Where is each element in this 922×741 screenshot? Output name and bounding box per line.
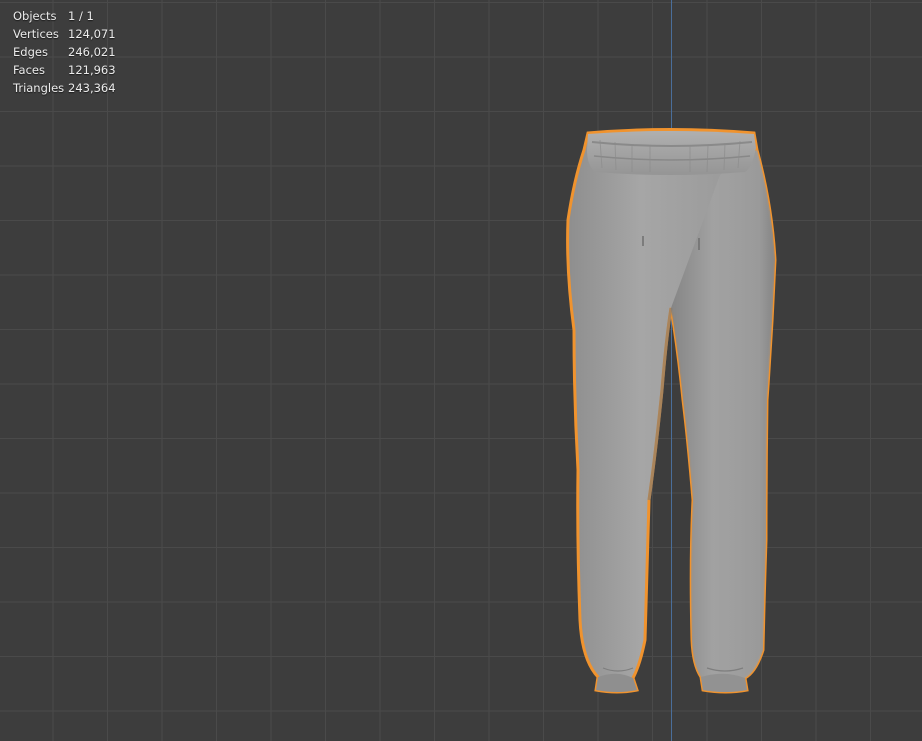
stats-value: 246,021	[68, 45, 116, 59]
stats-label: Vertices	[13, 27, 59, 41]
stats-label: Edges	[13, 45, 48, 59]
right-cuff	[701, 673, 747, 692]
stats-row-vertices: Vertices 124,071	[13, 25, 116, 43]
stats-value: 243,364	[68, 81, 116, 95]
stats-label: Objects	[13, 9, 57, 23]
stats-label: Faces	[13, 63, 45, 77]
stats-value: 1 / 1	[68, 9, 94, 23]
3d-viewport[interactable]: Objects 1 / 1 Vertices 124,071 Edges 246…	[0, 0, 922, 741]
stats-row-triangles: Triangles 243,364	[13, 79, 116, 97]
stats-value: 124,071	[68, 27, 116, 41]
pants-mesh-object[interactable]	[560, 125, 790, 705]
waistband	[587, 131, 756, 175]
stats-row-faces: Faces 121,963	[13, 61, 116, 79]
stats-row-objects: Objects 1 / 1	[13, 7, 116, 25]
statistics-overlay: Objects 1 / 1 Vertices 124,071 Edges 246…	[13, 7, 116, 97]
stats-label: Triangles	[13, 81, 65, 95]
stats-row-edges: Edges 246,021	[13, 43, 116, 61]
stats-value: 121,963	[68, 63, 116, 77]
